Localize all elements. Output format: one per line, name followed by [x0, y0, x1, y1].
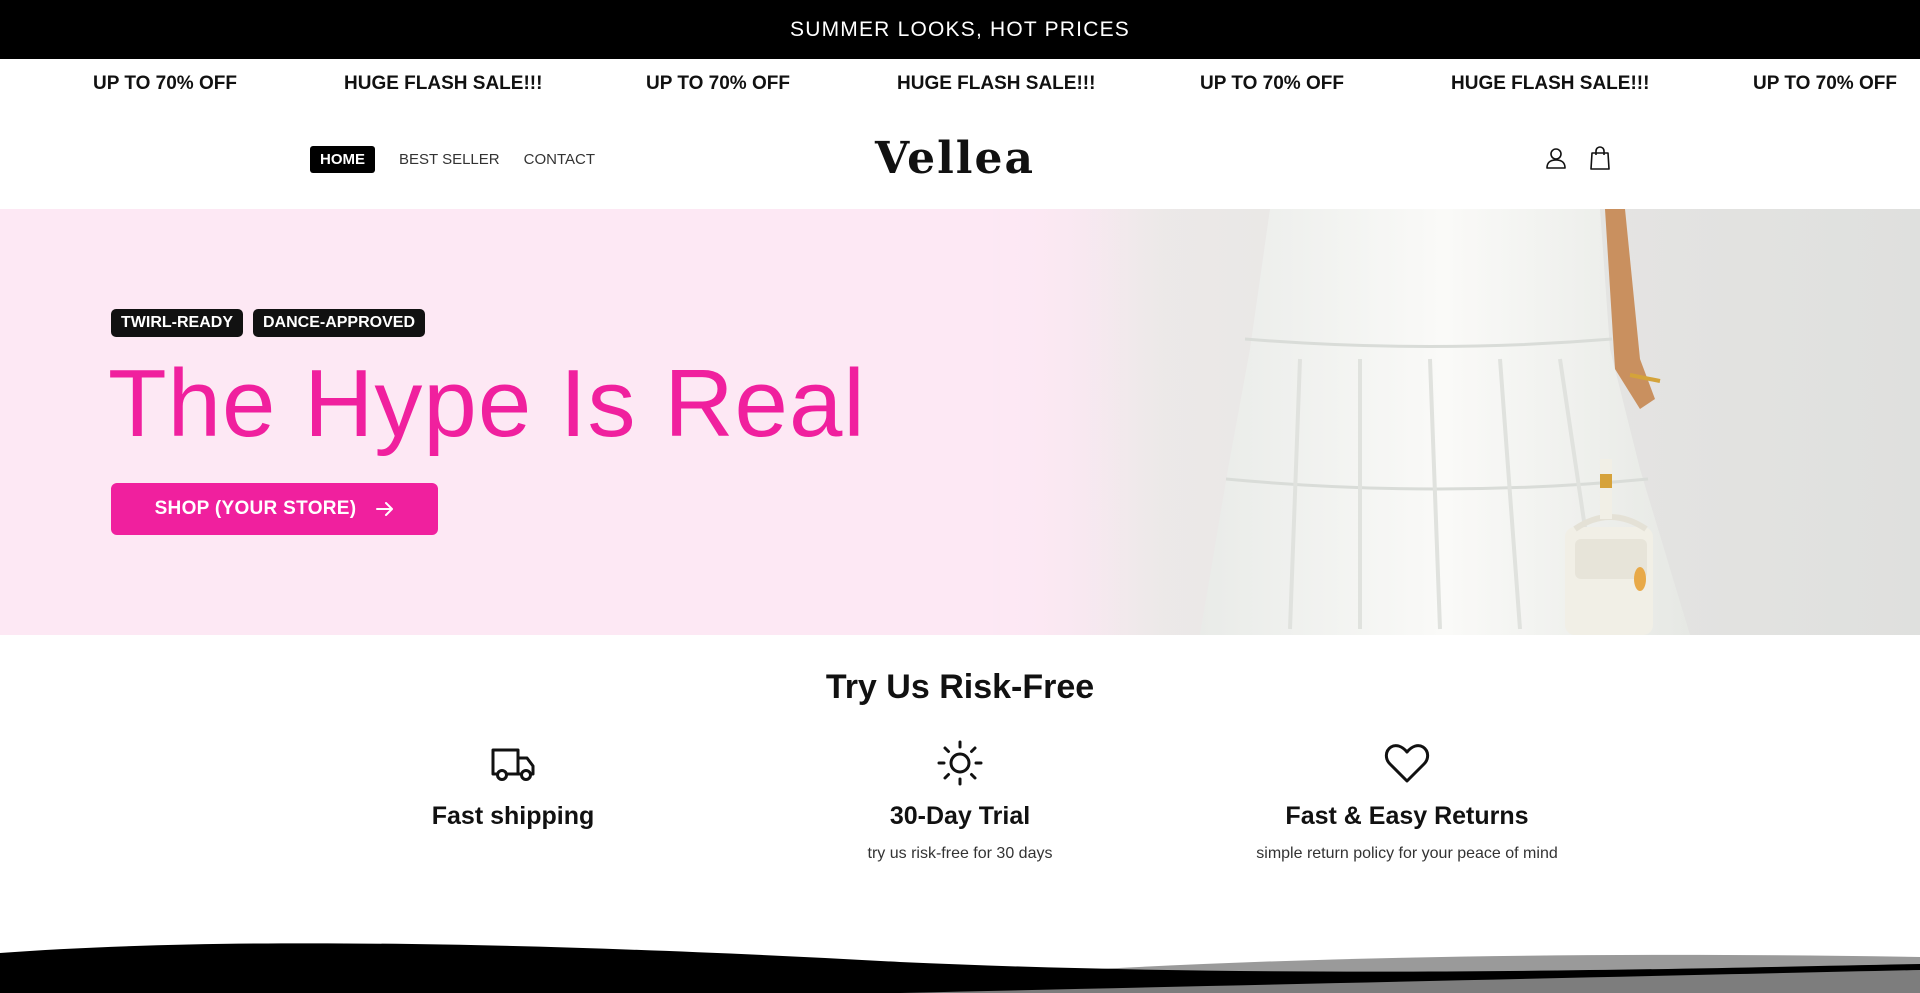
main-nav: HOME BEST SELLER CONTACT	[310, 146, 619, 173]
badge-twirl-ready: TWIRL-READY	[111, 309, 243, 337]
marquee-item: HUGE FLASH SALE!!!	[344, 73, 543, 94]
arrow-right-icon	[376, 502, 394, 516]
promo-marquee: UP TO 70% OFF HUGE FLASH SALE!!! UP TO 7…	[0, 59, 1920, 109]
footer-wave	[0, 943, 1920, 993]
hero-title: The Hype Is Real	[108, 350, 866, 457]
shop-button[interactable]: SHOP (YOUR STORE)	[111, 483, 438, 535]
features-title: Try Us Risk-Free	[825, 668, 1095, 706]
feature-title: Fast shipping	[431, 802, 595, 830]
feature-fast-shipping: Fast shipping	[303, 740, 723, 845]
nav-contact[interactable]: CONTACT	[524, 151, 595, 168]
hero-image	[1000, 209, 1690, 635]
feature-trial: 30-Day Trial try us risk-free for 30 day…	[750, 740, 1170, 863]
cart-icon[interactable]	[1587, 145, 1613, 171]
marquee-item: HUGE FLASH SALE!!!	[1451, 73, 1650, 94]
announcement-bar: SUMMER LOOKS, HOT PRICES	[0, 0, 1920, 59]
nav-best-seller[interactable]: BEST SELLER	[399, 151, 500, 168]
feature-text: try us risk-free for 30 days	[867, 845, 1053, 862]
account-icon[interactable]	[1543, 145, 1569, 171]
site-header: HOME BEST SELLER CONTACT Vellea	[0, 109, 1920, 209]
marquee-item: UP TO 70% OFF	[646, 73, 790, 94]
marquee-item: UP TO 70% OFF	[1200, 73, 1344, 94]
marquee-item: UP TO 70% OFF	[93, 73, 237, 94]
truck-icon	[491, 748, 535, 781]
feature-returns: Fast & Easy Returns simple return policy…	[1197, 740, 1617, 863]
feature-text: simple return policy for your peace of m…	[1256, 845, 1558, 862]
feature-title: Fast & Easy Returns	[1285, 802, 1529, 830]
announcement-text: SUMMER LOOKS, HOT PRICES	[790, 17, 1130, 41]
hero-banner: TWIRL-READY DANCE-APPROVED The Hype Is R…	[0, 209, 1920, 635]
hero-badges: TWIRL-READY DANCE-APPROVED	[111, 309, 425, 337]
marquee-item: HUGE FLASH SALE!!!	[897, 73, 1096, 94]
sun-icon	[937, 740, 983, 786]
site-logo[interactable]: Vellea	[875, 133, 1035, 184]
shop-button-label: SHOP (YOUR STORE)	[154, 498, 357, 519]
badge-dance-approved: DANCE-APPROVED	[252, 309, 425, 337]
nav-home[interactable]: HOME	[310, 146, 375, 173]
feature-title: 30-Day Trial	[889, 802, 1031, 830]
heart-icon	[1384, 744, 1430, 783]
marquee-item: UP TO 70% OFF	[1753, 73, 1897, 94]
